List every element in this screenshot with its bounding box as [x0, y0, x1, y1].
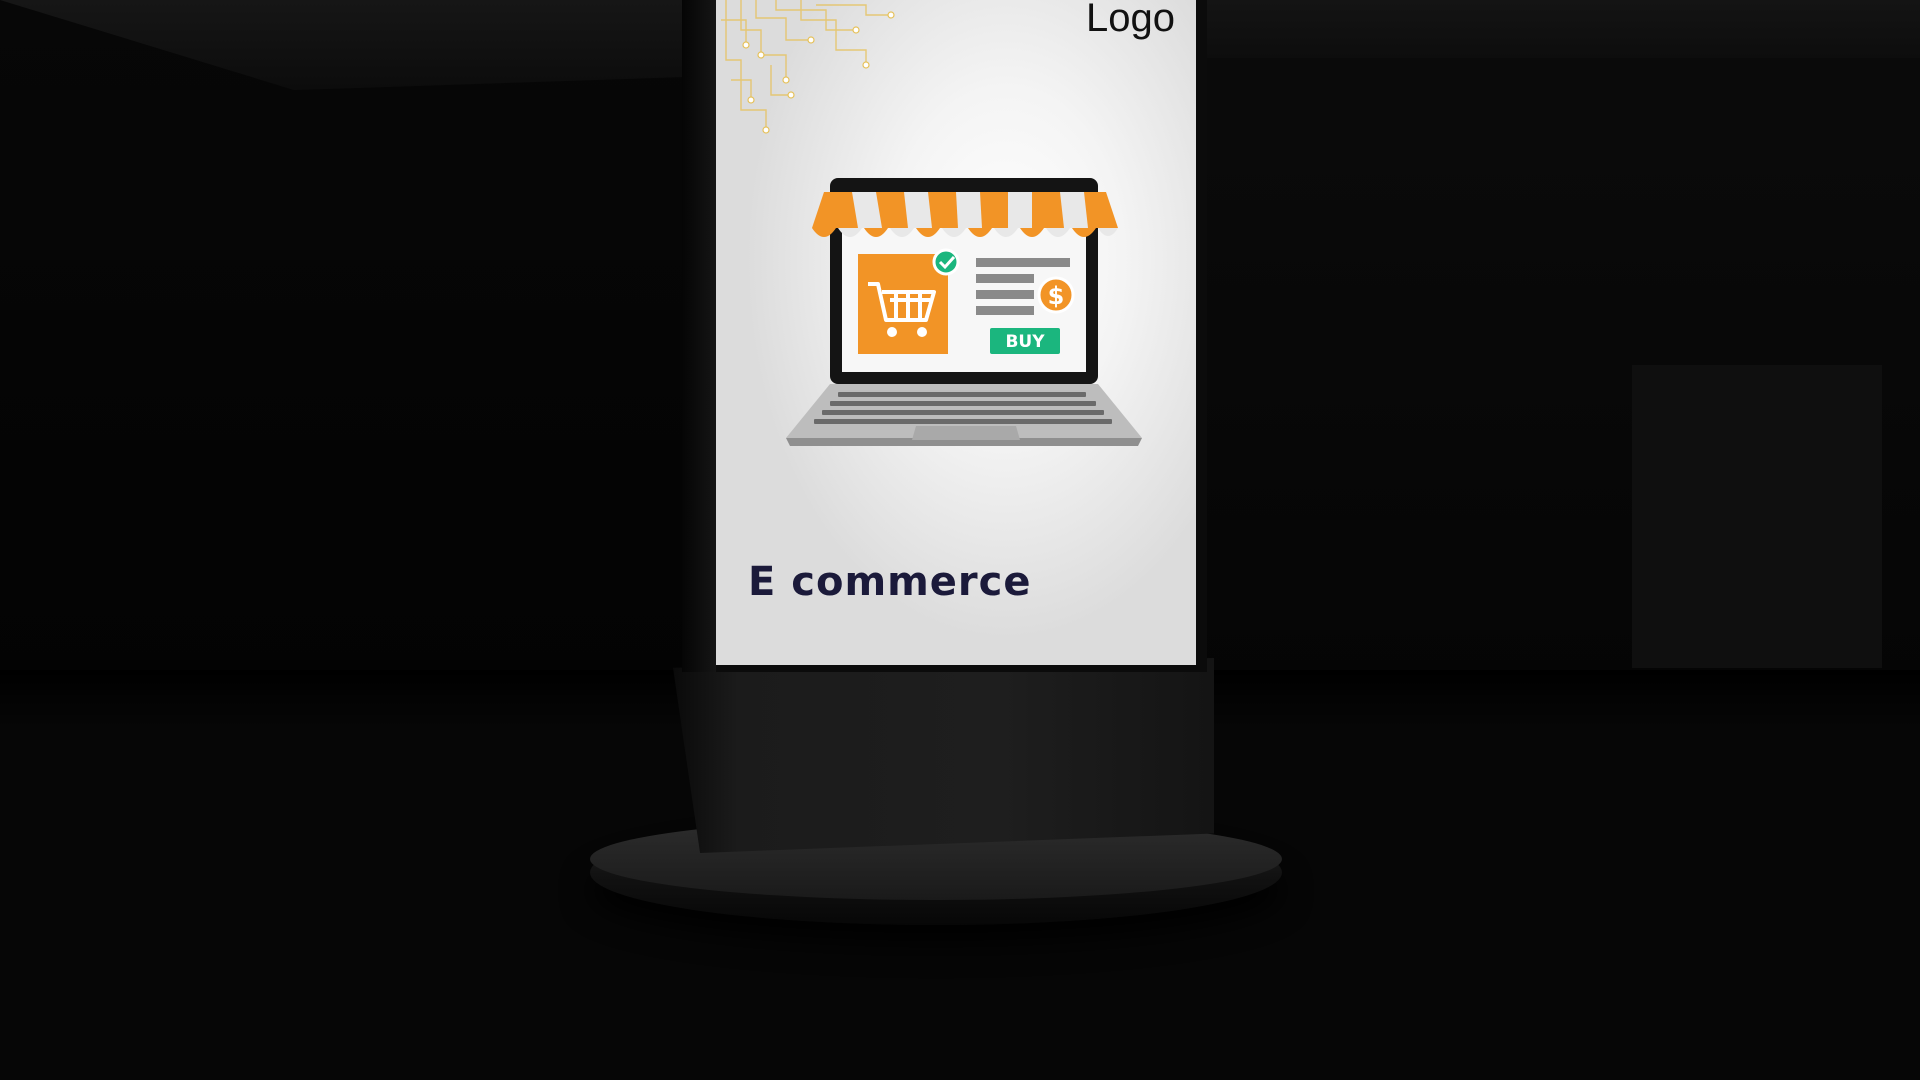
check-icon: [932, 248, 960, 276]
headline: E commerce: [748, 559, 1032, 605]
kiosk-frame-side: [682, 0, 716, 672]
trackpad: [912, 426, 1020, 440]
kiosk-base: [673, 658, 1214, 853]
svg-text:$: $: [1048, 282, 1065, 310]
logo-text: Logo: [1086, 0, 1175, 40]
showroom-scene: Logo $ BUY E commerce: [0, 0, 1920, 1080]
wall-panel: [1632, 365, 1882, 668]
ceiling-right: [1205, 0, 1920, 58]
buy-button-label: BUY: [1005, 332, 1045, 352]
left-wall: [0, 0, 700, 700]
dollar-coin-icon: $: [1037, 276, 1075, 314]
circuit-pattern-icon: [721, 0, 895, 134]
laptop-shop-illustration: $ BUY: [786, 178, 1142, 446]
kiosk-screen: Logo $ BUY E commerce: [716, 0, 1196, 665]
